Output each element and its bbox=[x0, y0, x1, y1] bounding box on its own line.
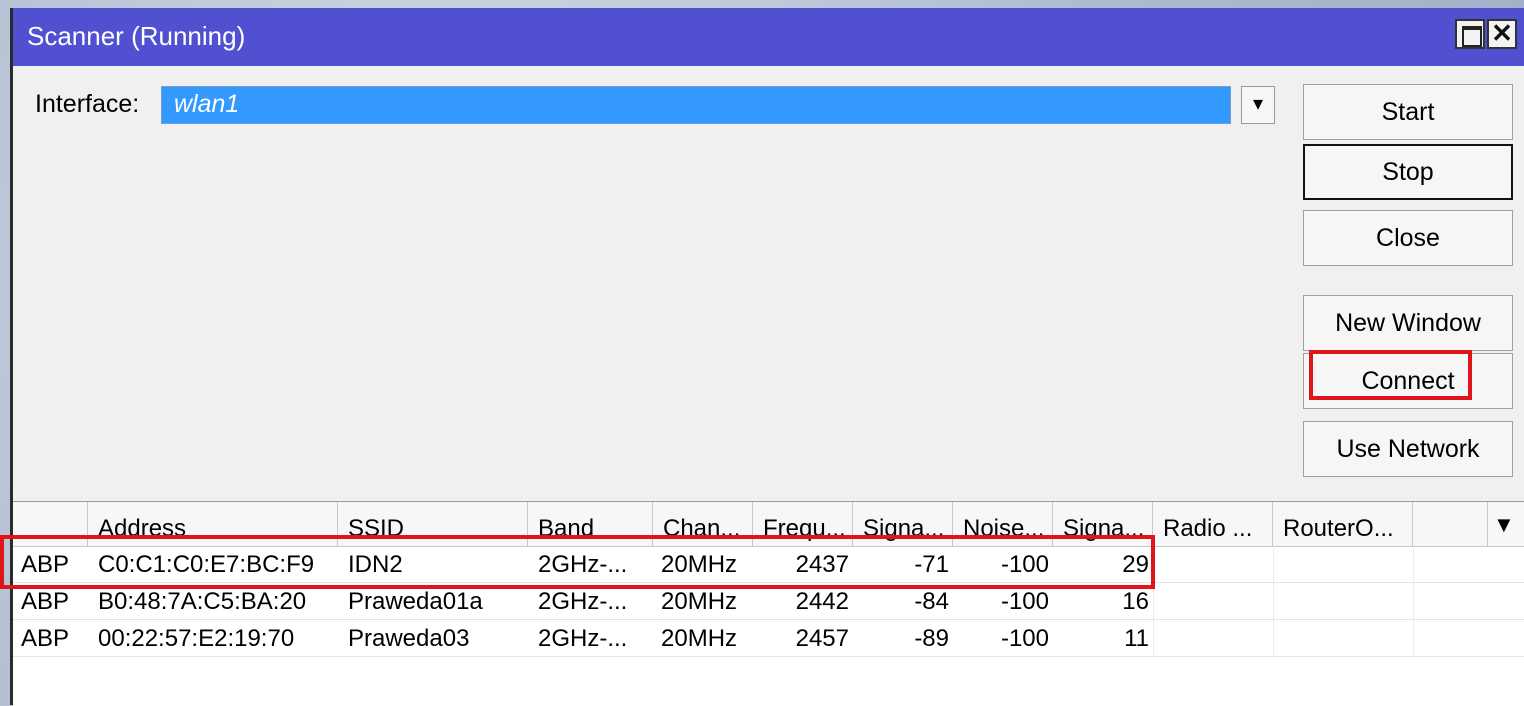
row-noise: -100 bbox=[1000, 551, 1049, 578]
interface-select[interactable]: wlan1 bbox=[161, 86, 1231, 124]
maximize-icon[interactable] bbox=[1455, 19, 1485, 49]
row-noise: -100 bbox=[1000, 588, 1049, 615]
row-channel: 20MHz bbox=[661, 551, 738, 578]
row-ssid: Praweda01a bbox=[348, 588, 483, 615]
use-network-button[interactable]: Use Network bbox=[1303, 421, 1513, 477]
row-flags: ABP bbox=[21, 588, 70, 615]
column-header-snr[interactable]: Signa... bbox=[1053, 502, 1153, 546]
table-row[interactable]: ABP B0:48:7A:C5:BA:20 Praweda01a 2GHz-..… bbox=[13, 583, 1524, 620]
row-flags: ABP bbox=[21, 551, 70, 578]
column-header-routeros[interactable]: RouterO... bbox=[1273, 502, 1413, 546]
interface-value: wlan1 bbox=[174, 90, 240, 118]
row-frequency: 2437 bbox=[795, 551, 849, 578]
column-header-flags[interactable] bbox=[13, 502, 88, 546]
column-header-address[interactable]: Address bbox=[88, 502, 338, 546]
column-header-signal[interactable]: Signa... bbox=[853, 502, 953, 546]
connect-button[interactable]: Connect bbox=[1303, 353, 1513, 409]
column-header-radio[interactable]: Radio ... bbox=[1153, 502, 1273, 546]
table-header: Address SSID Band Chan... Frequ... Signa… bbox=[13, 502, 1524, 547]
row-address: B0:48:7A:C5:BA:20 bbox=[98, 588, 307, 615]
row-frequency: 2442 bbox=[795, 588, 849, 615]
column-header-band[interactable]: Band bbox=[528, 502, 653, 546]
row-flags: ABP bbox=[21, 625, 70, 652]
stop-button[interactable]: Stop bbox=[1303, 144, 1513, 200]
table-row[interactable]: ABP C0:C1:C0:E7:BC:F9 IDN2 2GHz-... 20MH… bbox=[13, 546, 1524, 583]
column-header-extra[interactable] bbox=[1413, 502, 1488, 546]
row-noise: -100 bbox=[1000, 625, 1049, 652]
new-window-button[interactable]: New Window bbox=[1303, 295, 1513, 351]
column-menu-icon[interactable]: ▼ bbox=[1493, 512, 1515, 538]
column-header-ssid[interactable]: SSID bbox=[338, 502, 528, 546]
row-address: 00:22:57:E2:19:70 bbox=[98, 625, 295, 652]
row-band: 2GHz-... bbox=[538, 625, 628, 652]
column-header-channel[interactable]: Chan... bbox=[653, 502, 753, 546]
close-icon[interactable]: ✕ bbox=[1487, 19, 1517, 49]
start-button[interactable]: Start bbox=[1303, 84, 1513, 140]
table-row[interactable]: ABP 00:22:57:E2:19:70 Praweda03 2GHz-...… bbox=[13, 620, 1524, 657]
close-button[interactable]: Close bbox=[1303, 210, 1513, 266]
row-snr: 11 bbox=[1124, 625, 1149, 652]
column-header-noise[interactable]: Noise... bbox=[953, 502, 1053, 546]
row-address: C0:C1:C0:E7:BC:F9 bbox=[98, 551, 315, 578]
row-ssid: Praweda03 bbox=[348, 625, 470, 652]
row-signal: -71 bbox=[914, 551, 949, 578]
chevron-down-icon[interactable]: ▾ bbox=[1241, 86, 1275, 124]
interface-label: Interface: bbox=[35, 90, 140, 118]
window-title: Scanner (Running) bbox=[27, 21, 246, 51]
title-bar[interactable]: Scanner (Running) ✕ bbox=[13, 8, 1524, 66]
row-channel: 20MHz bbox=[661, 588, 738, 615]
row-channel: 20MHz bbox=[661, 625, 738, 652]
scanner-window: Scanner (Running) ✕ Interface: wlan1 ▾ S… bbox=[10, 8, 1524, 706]
row-band: 2GHz-... bbox=[538, 588, 628, 615]
row-snr: 16 bbox=[1122, 588, 1149, 615]
column-header-frequency[interactable]: Frequ... bbox=[753, 502, 853, 546]
row-frequency: 2457 bbox=[795, 625, 849, 652]
row-signal: -84 bbox=[914, 588, 949, 615]
row-ssid: IDN2 bbox=[348, 551, 403, 578]
row-snr: 29 bbox=[1122, 551, 1149, 578]
row-band: 2GHz-... bbox=[538, 551, 628, 578]
row-signal: -89 bbox=[914, 625, 949, 652]
scan-results-table: Address SSID Band Chan... Frequ... Signa… bbox=[13, 501, 1524, 706]
